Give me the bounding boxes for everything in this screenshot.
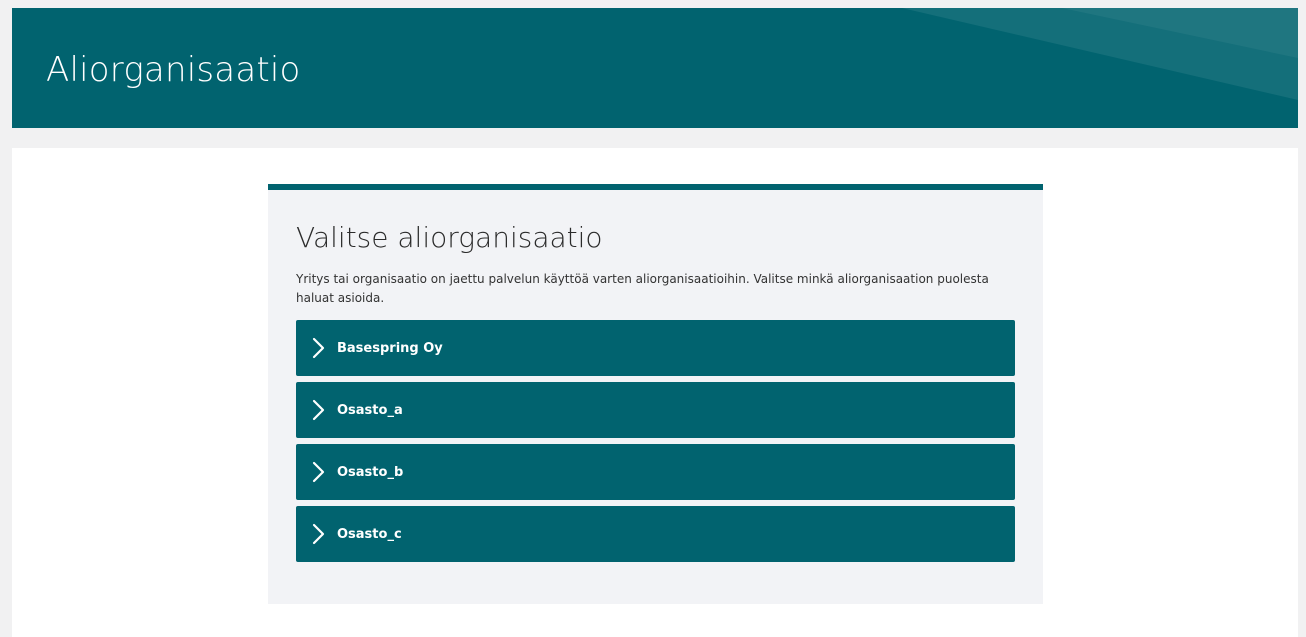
suborganization-list: Basespring Oy Osasto_a Osasto_b Osasto_c (296, 320, 1015, 568)
page: Aliorganisaatio Valitse aliorganisaatio … (0, 0, 1306, 637)
main-content: Valitse aliorganisaatio Yritys tai organ… (12, 148, 1298, 637)
page-header-banner: Aliorganisaatio (12, 8, 1298, 128)
suborganization-selection-card: Valitse aliorganisaatio Yritys tai organ… (268, 184, 1043, 604)
page-title: Aliorganisaatio (46, 50, 301, 90)
suborganization-label: Osasto_a (337, 402, 403, 418)
chevron-right-icon (311, 337, 327, 359)
suborganization-label: Basespring Oy (337, 340, 443, 356)
card-title: Valitse aliorganisaatio (296, 221, 603, 254)
suborganization-option-osasto-a[interactable]: Osasto_a (296, 382, 1015, 438)
chevron-right-icon (311, 399, 327, 421)
card-description: Yritys tai organisaatio on jaettu palvel… (296, 272, 989, 305)
suborganization-option-osasto-c[interactable]: Osasto_c (296, 506, 1015, 562)
suborganization-label: Osasto_c (337, 526, 402, 542)
chevron-right-icon (311, 461, 327, 483)
suborganization-label: Osasto_b (337, 464, 404, 480)
chevron-right-icon (311, 523, 327, 545)
suborganization-option-basespring-oy[interactable]: Basespring Oy (296, 320, 1015, 376)
suborganization-option-osasto-b[interactable]: Osasto_b (296, 444, 1015, 500)
